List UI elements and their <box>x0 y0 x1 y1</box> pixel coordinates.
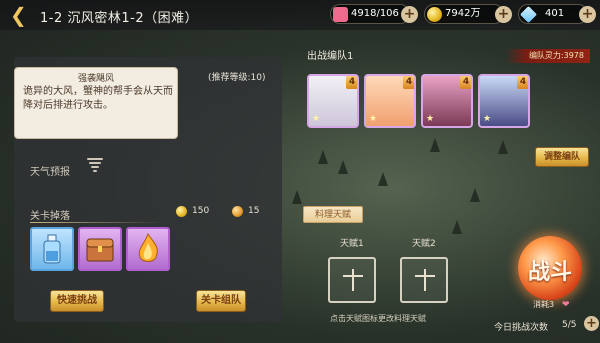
hero-portrait[interactable]: 4 ★ <box>307 74 359 128</box>
drop-exp-value: 15 <box>248 206 260 216</box>
treasure-chest-icon <box>86 238 114 262</box>
stamina-cost-label: 消耗3 <box>533 300 555 309</box>
tree-decoration <box>452 220 462 234</box>
battle-button[interactable]: 战斗 <box>518 236 582 300</box>
gold-counter: 7942万 + <box>424 4 512 24</box>
add-talent-icon <box>343 275 363 277</box>
add-talent-icon <box>352 269 354 291</box>
tree-decoration <box>498 140 508 154</box>
drop-item-slot[interactable] <box>126 227 170 271</box>
adjust-team-button[interactable]: 调整编队 <box>535 147 589 167</box>
talent-label: 天赋2 <box>412 239 436 249</box>
hero-rank-badge: 4 <box>403 76 414 89</box>
drop-item-slot[interactable] <box>78 227 122 271</box>
star-icon: ★ <box>368 114 378 124</box>
add-talent-icon <box>415 275 435 277</box>
tooltip-title: 强袭飓风 <box>77 74 114 84</box>
quick-challenge-button[interactable]: 快速挑战 <box>50 290 104 312</box>
hero-portrait[interactable]: 4 ★ <box>364 74 416 128</box>
tree-decoration <box>378 172 388 186</box>
team-formation-label: 出战编队1 <box>307 51 354 62</box>
tree-decoration <box>430 138 440 152</box>
top-bar: ❮ 1-2 沉风密林1-2（困难） 4918/106 + 7942万 + 401… <box>0 0 600 30</box>
star-icon: ★ <box>482 114 492 124</box>
add-diamond-button[interactable]: + <box>579 6 596 23</box>
heart-icon <box>333 7 348 22</box>
daily-challenges-label: 今日挑战次数 <box>494 323 549 333</box>
hero-rank-badge: 4 <box>346 76 357 89</box>
star-icon: ★ <box>425 114 435 124</box>
divider <box>30 222 162 223</box>
hero-portrait[interactable]: 4 ★ <box>421 74 473 128</box>
add-challenges-button[interactable]: + <box>584 316 599 331</box>
drop-item-slot[interactable] <box>30 227 74 271</box>
hero-rank-badge: 4 <box>517 76 528 89</box>
diamond-counter: 401 + <box>518 4 596 24</box>
hero-portrait[interactable]: 4 ★ <box>478 74 530 128</box>
golden-flame-icon <box>138 232 158 262</box>
tooltip-body: 诡异的大风，蟹神的帮手会从天而降对后排进行攻击。 <box>23 86 173 111</box>
daily-challenges-count: 5/5 <box>562 320 577 330</box>
stamina-value: 4918/106 <box>351 8 399 19</box>
weather-forecast-label: 天气预报 <box>30 167 70 178</box>
tree-decoration <box>292 190 302 204</box>
talent-hint: 点击天赋图标更改料理天赋 <box>330 314 426 323</box>
diamond-icon <box>520 6 537 23</box>
exp-icon <box>232 206 243 217</box>
cooking-talent-tab[interactable]: 料理天赋 <box>303 206 363 223</box>
talent-label: 天赋1 <box>340 239 364 249</box>
back-arrow-icon[interactable]: ❮ <box>10 5 32 25</box>
coin-icon <box>176 206 187 217</box>
weather-tooltip: 强袭飓风 诡异的大风，蟹神的帮手会从天而降对后排进行攻击。 <box>14 67 178 139</box>
add-gold-button[interactable]: + <box>495 6 512 23</box>
talent-slot-1[interactable] <box>328 257 376 303</box>
tree-decoration <box>470 188 480 202</box>
tree-decoration <box>318 150 328 164</box>
heart-icon: ❤ <box>562 300 570 310</box>
talent-slot-2[interactable] <box>400 257 448 303</box>
stage-title: 1-2 沉风密林1-2（困难） <box>40 11 199 26</box>
stamina-counter: 4918/106 + <box>330 4 418 24</box>
add-stamina-button[interactable]: + <box>401 6 418 23</box>
potion-bottle-icon <box>43 234 61 264</box>
battle-button-label: 战斗 <box>527 259 572 285</box>
star-icon: ★ <box>311 114 321 124</box>
add-talent-icon <box>424 269 426 291</box>
hero-rank-badge: 4 <box>460 76 471 89</box>
drop-gold-value: 150 <box>192 206 210 216</box>
recommended-level: (推荐等级:10) <box>208 73 266 83</box>
gold-value: 7942万 <box>445 8 481 19</box>
tornado-icon[interactable] <box>86 156 104 174</box>
stage-drops-label: 关卡掉落 <box>30 211 70 222</box>
diamond-value: 401 <box>545 8 565 19</box>
stage-team-button[interactable]: 关卡组队 <box>196 290 246 312</box>
team-power-badge: 编队灵力:3978 <box>506 49 590 63</box>
coin-icon <box>427 7 442 22</box>
tree-decoration <box>338 160 348 174</box>
